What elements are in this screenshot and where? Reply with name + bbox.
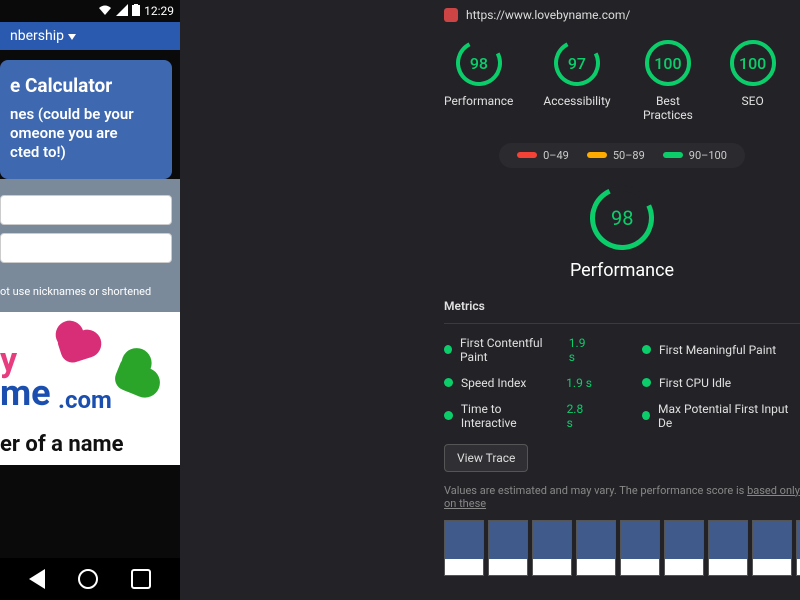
- favicon-icon: [444, 8, 458, 22]
- filmstrip-frame[interactable]: [620, 520, 660, 576]
- audited-url: https://www.lovebyname.com/: [466, 8, 630, 22]
- metric-name: First Contentful Paint: [460, 336, 561, 364]
- chevron-down-icon: [68, 28, 76, 44]
- status-dot-icon: [642, 345, 651, 354]
- filmstrip-frame[interactable]: [708, 520, 748, 576]
- gauge-label: SEO: [742, 94, 764, 108]
- heart-pink-icon: [56, 331, 91, 366]
- nav-home-icon[interactable]: [78, 569, 98, 589]
- status-time: 12:29: [144, 4, 174, 18]
- metric-value: 2.8 s: [567, 402, 592, 430]
- heart-green-icon: [111, 358, 150, 397]
- legend-yellow-icon: [587, 152, 607, 158]
- lighthouse-panel: https://www.lovebyname.com/ 98 Performan…: [430, 0, 800, 600]
- score-description: Values are estimated and may vary. The p…: [444, 484, 800, 510]
- nav-recent-icon[interactable]: [131, 569, 151, 589]
- android-nav-bar: [0, 558, 180, 600]
- legend-mid: 50–89: [613, 149, 645, 162]
- metric-name: Time to Interactive: [461, 402, 559, 430]
- filmstrip: [444, 520, 800, 576]
- metric-tti[interactable]: Time to Interactive 2.8 s: [444, 402, 602, 430]
- phone-status-bar: 12:29: [0, 0, 180, 22]
- legend-red-icon: [517, 152, 537, 158]
- gauge-label: Performance: [444, 94, 513, 108]
- description-text: Values are estimated and may vary. The p…: [444, 484, 747, 497]
- legend-green-icon: [663, 152, 683, 158]
- name-input-1[interactable]: [0, 195, 172, 225]
- metrics-grid: First Contentful Paint 1.9 s First Meani…: [444, 323, 800, 430]
- logo-part-3: .com: [58, 386, 112, 414]
- filmstrip-frame[interactable]: [796, 520, 800, 576]
- metric-fmp[interactable]: First Meaningful Paint: [642, 336, 800, 364]
- score-legend: 0–49 50–89 90–100: [499, 143, 745, 168]
- card-title: e Calculator: [10, 74, 162, 97]
- membership-label: nbership: [10, 28, 64, 44]
- performance-main-gauge: 98 Performance: [444, 186, 800, 281]
- gauge-score: 100: [654, 54, 681, 73]
- status-dot-icon: [642, 378, 651, 387]
- tagline: er of a name: [0, 432, 180, 465]
- metric-name: First Meaningful Paint: [659, 343, 776, 357]
- metric-value: 1.9 s: [569, 336, 592, 364]
- view-trace-button[interactable]: View Trace: [444, 444, 528, 472]
- membership-dropdown[interactable]: nbership: [0, 22, 180, 50]
- metric-speed-index[interactable]: Speed Index 1.9 s: [444, 376, 602, 390]
- filmstrip-frame[interactable]: [444, 520, 484, 576]
- gauge-best-practices[interactable]: 100 Best Practices: [641, 40, 696, 123]
- metric-cpu-idle[interactable]: First CPU Idle: [642, 376, 800, 390]
- metric-max-fid[interactable]: Max Potential First Input De: [642, 402, 800, 430]
- phone-mockup: 12:29 nbership e Calculator nes (could b…: [0, 0, 180, 600]
- status-dot-icon: [444, 411, 453, 420]
- gauge-performance[interactable]: 98 Performance: [444, 40, 513, 123]
- score-gauges: 98 Performance 97 Accessibility 100 Best…: [444, 40, 800, 123]
- gauge-label: Accessibility: [543, 94, 610, 108]
- name-inputs-area: ot use nicknames or shortened: [0, 179, 180, 312]
- input-hint: ot use nicknames or shortened: [0, 285, 172, 298]
- metric-name: Max Potential First Input De: [658, 402, 790, 430]
- gauge-score: 98: [470, 54, 488, 73]
- calculator-card: e Calculator nes (could be your omeone y…: [0, 60, 172, 179]
- gauge-accessibility[interactable]: 97 Accessibility: [543, 40, 610, 123]
- status-dot-icon: [444, 345, 452, 354]
- name-input-2[interactable]: [0, 233, 172, 263]
- site-logo: y me .com: [0, 312, 180, 432]
- card-subtitle: nes (could be your omeone you are cted t…: [10, 105, 162, 161]
- legend-high: 90–100: [689, 149, 727, 162]
- signal-icon: [116, 4, 128, 19]
- status-dot-icon: [444, 378, 453, 387]
- filmstrip-frame[interactable]: [576, 520, 616, 576]
- filmstrip-frame[interactable]: [488, 520, 528, 576]
- gauge-label: Best Practices: [643, 94, 693, 123]
- filmstrip-frame[interactable]: [752, 520, 792, 576]
- gauge-score: 100: [739, 54, 766, 73]
- main-gauge-label: Performance: [570, 260, 674, 281]
- status-dot-icon: [642, 411, 650, 420]
- gauge-score: 97: [568, 54, 586, 73]
- metric-name: First CPU Idle: [659, 376, 731, 390]
- devtools-gap: [180, 0, 430, 600]
- logo-part-2: me: [0, 372, 51, 414]
- battery-icon: [132, 4, 140, 19]
- audited-url-row: https://www.lovebyname.com/: [444, 8, 800, 22]
- metric-fcp[interactable]: First Contentful Paint 1.9 s: [444, 336, 602, 364]
- filmstrip-frame[interactable]: [664, 520, 704, 576]
- gauge-seo[interactable]: 100 SEO: [725, 40, 780, 123]
- metrics-header: Metrics: [444, 299, 800, 313]
- metric-name: Speed Index: [461, 376, 526, 390]
- filmstrip-frame[interactable]: [532, 520, 572, 576]
- nav-back-icon[interactable]: [29, 569, 45, 589]
- wifi-icon: [98, 4, 112, 19]
- metric-value: 1.9 s: [566, 376, 592, 390]
- legend-low: 0–49: [543, 149, 569, 162]
- main-gauge-score: 98: [611, 206, 633, 230]
